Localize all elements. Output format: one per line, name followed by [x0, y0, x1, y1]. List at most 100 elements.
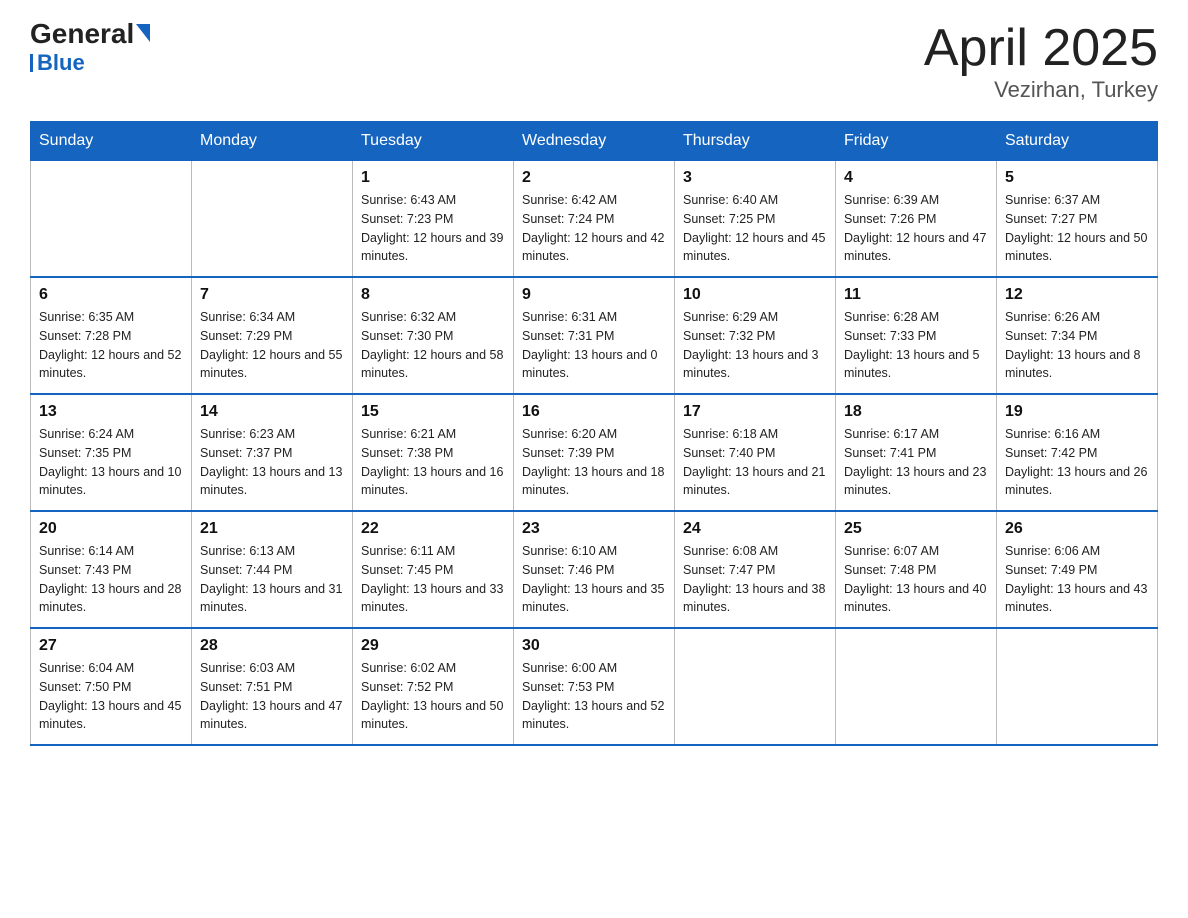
day-number: 23 [522, 520, 666, 538]
calendar-day-11: 11 Sunrise: 6:28 AMSunset: 7:33 PMDayligh… [836, 277, 997, 394]
calendar-day-23: 23 Sunrise: 6:10 AMSunset: 7:46 PMDayligh… [514, 511, 675, 628]
day-info: Sunrise: 6:03 AMSunset: 7:51 PMDaylight:… [200, 659, 344, 734]
logo-blue-text: Blue [37, 50, 85, 76]
day-info: Sunrise: 6:13 AMSunset: 7:44 PMDaylight:… [200, 542, 344, 617]
calendar-day-21: 21 Sunrise: 6:13 AMSunset: 7:44 PMDayligh… [192, 511, 353, 628]
calendar-week-row: 6 Sunrise: 6:35 AMSunset: 7:28 PMDaylight… [31, 277, 1158, 394]
calendar-table: SundayMondayTuesdayWednesdayThursdayFrid… [30, 121, 1158, 746]
day-number: 26 [1005, 520, 1149, 538]
page-subtitle: Vezirhan, Turkey [924, 77, 1158, 103]
day-info: Sunrise: 6:14 AMSunset: 7:43 PMDaylight:… [39, 542, 183, 617]
day-info: Sunrise: 6:18 AMSunset: 7:40 PMDaylight:… [683, 425, 827, 500]
day-number: 30 [522, 637, 666, 655]
day-number: 28 [200, 637, 344, 655]
day-info: Sunrise: 6:08 AMSunset: 7:47 PMDaylight:… [683, 542, 827, 617]
page-header: General Blue April 2025 Vezirhan, Turkey [30, 20, 1158, 103]
day-number: 18 [844, 403, 988, 421]
day-info: Sunrise: 6:21 AMSunset: 7:38 PMDaylight:… [361, 425, 505, 500]
day-info: Sunrise: 6:37 AMSunset: 7:27 PMDaylight:… [1005, 191, 1149, 266]
calendar-day-24: 24 Sunrise: 6:08 AMSunset: 7:47 PMDayligh… [675, 511, 836, 628]
day-number: 14 [200, 403, 344, 421]
day-number: 4 [844, 169, 988, 187]
day-info: Sunrise: 6:17 AMSunset: 7:41 PMDaylight:… [844, 425, 988, 500]
weekday-header-wednesday: Wednesday [514, 122, 675, 161]
calendar-day-25: 25 Sunrise: 6:07 AMSunset: 7:48 PMDayligh… [836, 511, 997, 628]
day-number: 12 [1005, 286, 1149, 304]
calendar-day-5: 5Sunrise: 6:37 AMSunset: 7:27 PMDaylight… [997, 161, 1158, 278]
day-number: 11 [844, 286, 988, 304]
day-number: 7 [200, 286, 344, 304]
calendar-day-15: 15Sunrise: 6:21 AMSunset: 7:38 PMDayligh… [353, 394, 514, 511]
day-info: Sunrise: 6:20 AMSunset: 7:39 PMDaylight:… [522, 425, 666, 500]
calendar-empty-cell [997, 628, 1158, 745]
day-info: Sunrise: 6:34 AMSunset: 7:29 PMDaylight:… [200, 308, 344, 383]
day-number: 17 [683, 403, 827, 421]
day-number: 20 [39, 520, 183, 538]
calendar-day-26: 26 Sunrise: 6:06 AMSunset: 7:49 PMDayligh… [997, 511, 1158, 628]
day-number: 6 [39, 286, 183, 304]
calendar-empty-cell [31, 161, 192, 278]
day-info: Sunrise: 6:00 AMSunset: 7:53 PMDaylight:… [522, 659, 666, 734]
calendar-day-2: 2 Sunrise: 6:42 AMSunset: 7:24 PMDaylight… [514, 161, 675, 278]
calendar-day-8: 8 Sunrise: 6:32 AMSunset: 7:30 PMDaylight… [353, 277, 514, 394]
calendar-day-17: 17 Sunrise: 6:18 AMSunset: 7:40 PMDayligh… [675, 394, 836, 511]
weekday-header-tuesday: Tuesday [353, 122, 514, 161]
calendar-day-1: 1 Sunrise: 6:43 AMSunset: 7:23 PMDaylight… [353, 161, 514, 278]
calendar-day-7: 7 Sunrise: 6:34 AMSunset: 7:29 PMDaylight… [192, 277, 353, 394]
day-info: Sunrise: 6:23 AMSunset: 7:37 PMDaylight:… [200, 425, 344, 500]
day-info: Sunrise: 6:42 AMSunset: 7:24 PMDaylight:… [522, 191, 666, 266]
calendar-day-18: 18 Sunrise: 6:17 AMSunset: 7:41 PMDayligh… [836, 394, 997, 511]
calendar-day-10: 10 Sunrise: 6:29 AMSunset: 7:32 PMDayligh… [675, 277, 836, 394]
day-info: Sunrise: 6:07 AMSunset: 7:48 PMDaylight:… [844, 542, 988, 617]
day-info: Sunrise: 6:29 AMSunset: 7:32 PMDaylight:… [683, 308, 827, 383]
day-number: 8 [361, 286, 505, 304]
day-number: 2 [522, 169, 666, 187]
day-info: Sunrise: 6:24 AMSunset: 7:35 PMDaylight:… [39, 425, 183, 500]
day-number: 27 [39, 637, 183, 655]
day-info: Sunrise: 6:31 AMSunset: 7:31 PMDaylight:… [522, 308, 666, 383]
day-number: 29 [361, 637, 505, 655]
day-number: 22 [361, 520, 505, 538]
calendar-week-row: 27 Sunrise: 6:04 AMSunset: 7:50 PMDayligh… [31, 628, 1158, 745]
day-info: Sunrise: 6:11 AMSunset: 7:45 PMDaylight:… [361, 542, 505, 617]
day-info: Sunrise: 6:43 AMSunset: 7:23 PMDaylight:… [361, 191, 505, 266]
day-info: Sunrise: 6:26 AMSunset: 7:34 PMDaylight:… [1005, 308, 1149, 383]
day-number: 10 [683, 286, 827, 304]
weekday-header-monday: Monday [192, 122, 353, 161]
day-info: Sunrise: 6:10 AMSunset: 7:46 PMDaylight:… [522, 542, 666, 617]
weekday-header-thursday: Thursday [675, 122, 836, 161]
logo-arrow-icon [136, 24, 150, 42]
calendar-empty-cell [836, 628, 997, 745]
logo: General Blue [30, 20, 150, 76]
day-number: 21 [200, 520, 344, 538]
day-number: 9 [522, 286, 666, 304]
title-area: April 2025 Vezirhan, Turkey [924, 20, 1158, 103]
calendar-day-12: 12 Sunrise: 6:26 AMSunset: 7:34 PMDayligh… [997, 277, 1158, 394]
logo-line-icon [30, 54, 33, 72]
calendar-day-30: 30 Sunrise: 6:00 AMSunset: 7:53 PMDayligh… [514, 628, 675, 745]
page-title: April 2025 [924, 20, 1158, 77]
calendar-week-row: 1 Sunrise: 6:43 AMSunset: 7:23 PMDaylight… [31, 161, 1158, 278]
weekday-header-friday: Friday [836, 122, 997, 161]
day-info: Sunrise: 6:02 AMSunset: 7:52 PMDaylight:… [361, 659, 505, 734]
calendar-empty-cell [675, 628, 836, 745]
logo-general-text: General [30, 20, 134, 48]
day-number: 16 [522, 403, 666, 421]
calendar-day-16: 16 Sunrise: 6:20 AMSunset: 7:39 PMDayligh… [514, 394, 675, 511]
day-info: Sunrise: 6:06 AMSunset: 7:49 PMDaylight:… [1005, 542, 1149, 617]
day-info: Sunrise: 6:35 AMSunset: 7:28 PMDaylight:… [39, 308, 183, 383]
calendar-day-19: 19Sunrise: 6:16 AMSunset: 7:42 PMDayligh… [997, 394, 1158, 511]
calendar-day-22: 22 Sunrise: 6:11 AMSunset: 7:45 PMDayligh… [353, 511, 514, 628]
day-info: Sunrise: 6:32 AMSunset: 7:30 PMDaylight:… [361, 308, 505, 383]
day-number: 1 [361, 169, 505, 187]
day-number: 13 [39, 403, 183, 421]
calendar-day-6: 6 Sunrise: 6:35 AMSunset: 7:28 PMDaylight… [31, 277, 192, 394]
day-number: 24 [683, 520, 827, 538]
day-info: Sunrise: 6:28 AMSunset: 7:33 PMDaylight:… [844, 308, 988, 383]
day-info: Sunrise: 6:04 AMSunset: 7:50 PMDaylight:… [39, 659, 183, 734]
calendar-day-27: 27 Sunrise: 6:04 AMSunset: 7:50 PMDayligh… [31, 628, 192, 745]
weekday-header-saturday: Saturday [997, 122, 1158, 161]
calendar-day-13: 13 Sunrise: 6:24 AMSunset: 7:35 PMDayligh… [31, 394, 192, 511]
day-number: 25 [844, 520, 988, 538]
calendar-day-28: 28 Sunrise: 6:03 AMSunset: 7:51 PMDayligh… [192, 628, 353, 745]
